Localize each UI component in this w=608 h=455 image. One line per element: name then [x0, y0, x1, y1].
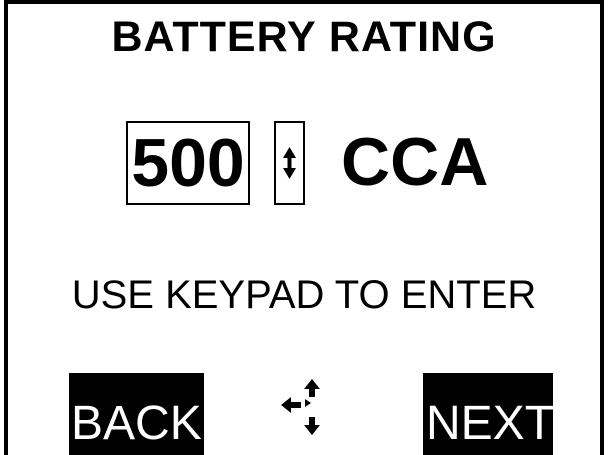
back-button[interactable]: BACK: [69, 373, 204, 455]
rating-adjust-control[interactable]: [274, 121, 305, 205]
instruction-text: USE KEYPAD TO ENTER: [71, 273, 537, 317]
rating-value-field[interactable]: 500: [126, 121, 250, 205]
next-button[interactable]: NEXT: [423, 373, 553, 455]
rating-unit-label: CCA: [341, 124, 489, 200]
up-down-arrow-icon: [283, 147, 296, 179]
page-title: BATTERY RATING: [111, 13, 497, 61]
tester-display: BATTERY RATING 500 CCA USE KEYPAD TO ENT…: [4, 0, 604, 455]
back-button-label: BACK: [71, 397, 202, 450]
four-way-navigation-icon: [281, 379, 320, 435]
next-button-label: NEXT: [426, 397, 553, 450]
